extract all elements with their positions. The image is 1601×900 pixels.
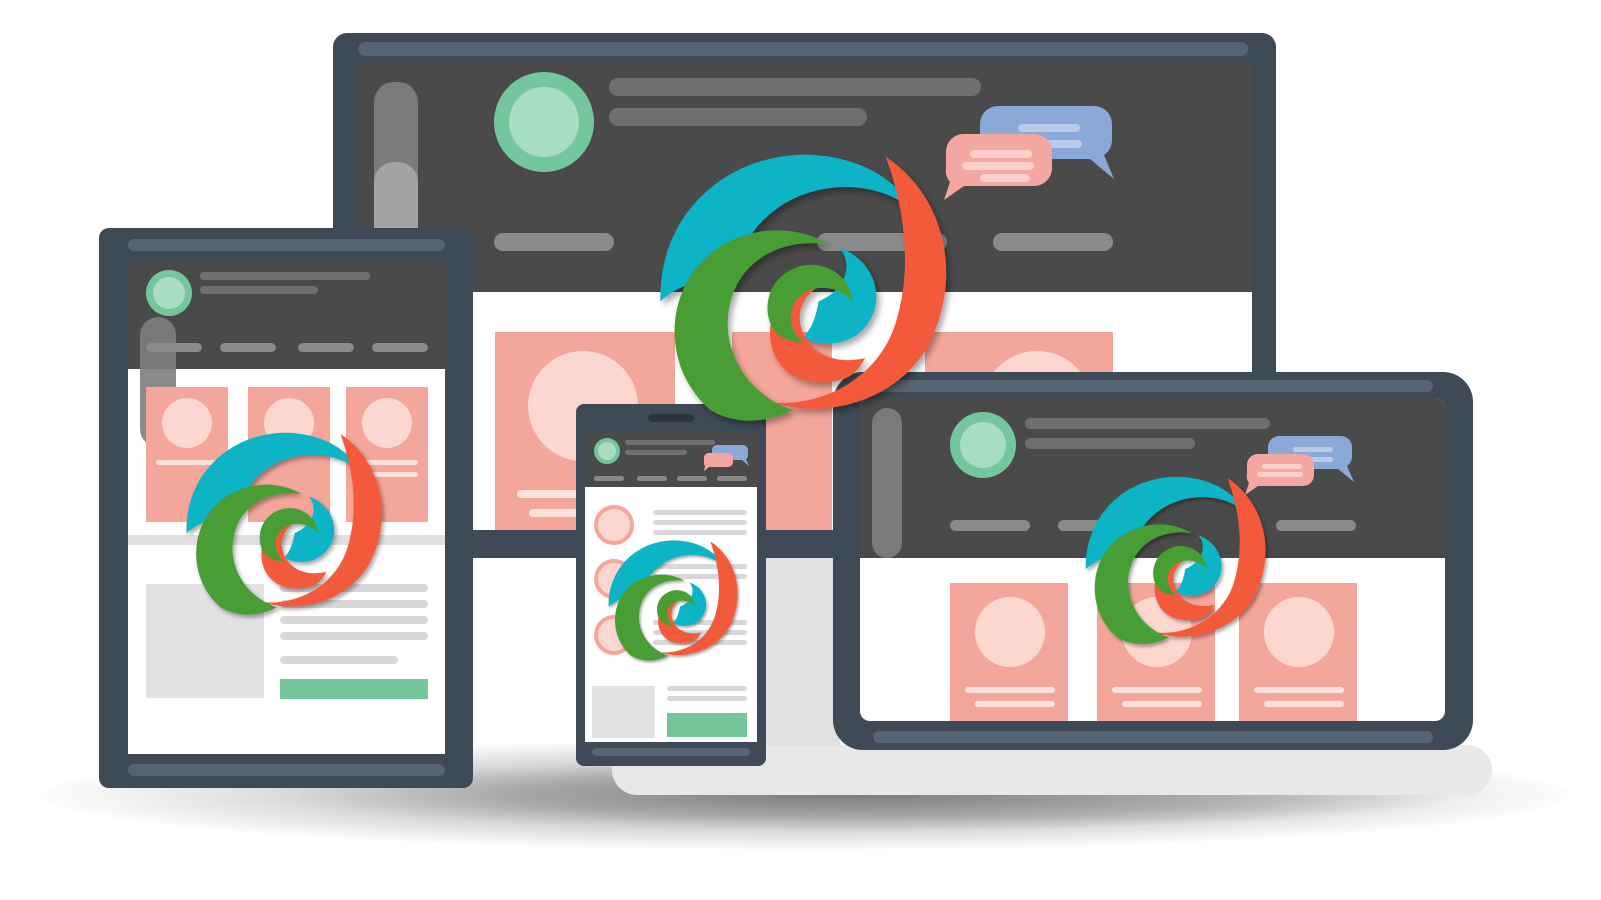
- tablet-portrait-nav-item[interactable]: [220, 343, 276, 352]
- tablet-landscape-card-line: [965, 687, 1055, 693]
- smartphone-text-line: [653, 520, 747, 525]
- tablet-landscape-nav-item[interactable]: [950, 520, 1030, 531]
- tablet-portrait-action-button[interactable]: [280, 679, 428, 699]
- smartphone-text-line: [667, 696, 747, 701]
- tablet-landscape-card-image: [1264, 597, 1334, 667]
- chat-bubbles-icon: [940, 100, 1120, 210]
- tablet-landscape-nav-item[interactable]: [1276, 520, 1356, 531]
- smartphone-image-placeholder: [592, 686, 655, 738]
- swirl-logo-icon: [178, 420, 390, 632]
- smartphone-nav-item[interactable]: [677, 476, 707, 481]
- tablet-landscape-card-line: [1264, 701, 1344, 707]
- monitor-title-line: [609, 78, 981, 96]
- tablet-portrait-avatar-icon: [146, 270, 192, 316]
- tablet-landscape-card-line: [1254, 687, 1344, 693]
- tablet-portrait-nav-item[interactable]: [372, 343, 428, 352]
- smartphone-nav-item[interactable]: [637, 476, 667, 481]
- swirl-logo-icon: [1078, 465, 1273, 660]
- tablet-portrait-nav-item[interactable]: [298, 343, 354, 352]
- smartphone-text-line: [667, 686, 747, 691]
- tablet-landscape-bottom-bar: [873, 731, 1433, 743]
- tablet-portrait-title-line: [200, 272, 370, 280]
- monitor-top-bar: [358, 42, 1248, 56]
- tablet-portrait-bottom-bar: [128, 764, 445, 776]
- tablet-portrait-top-bar: [128, 239, 445, 251]
- tablet-landscape-avatar-icon: [950, 412, 1016, 478]
- monitor-subtitle-line: [609, 108, 867, 126]
- smartphone-nav-item[interactable]: [594, 476, 624, 481]
- tablet-portrait-text-line: [280, 632, 428, 640]
- tablet-portrait-text-line: [280, 656, 398, 664]
- tablet-landscape-title-line: [1025, 418, 1270, 429]
- tablet-landscape-card-line: [1122, 701, 1202, 707]
- smartphone-text-line: [653, 510, 747, 515]
- tablet-landscape-card-line: [1112, 687, 1202, 693]
- tablet-landscape-subtitle-line: [1025, 438, 1195, 449]
- smartphone-bottom-bar: [592, 748, 750, 756]
- smartphone-subtitle-line: [625, 450, 687, 455]
- smartphone-action-button[interactable]: [667, 713, 747, 737]
- monitor-nav-item[interactable]: [494, 233, 614, 251]
- smartphone-avatar-icon: [594, 438, 620, 464]
- swirl-logo-icon: [603, 532, 743, 672]
- monitor-avatar-icon: [494, 72, 594, 172]
- tablet-landscape-card-line: [975, 701, 1055, 707]
- swirl-logo-icon: [648, 136, 958, 446]
- smartphone-nav-item[interactable]: [717, 476, 747, 481]
- smartphone-chat-bubbles-icon: [702, 443, 750, 473]
- tablet-portrait-nav-item[interactable]: [146, 343, 202, 352]
- tablet-landscape-card-image: [975, 597, 1045, 667]
- tablet-portrait-subtitle-line: [200, 286, 318, 294]
- monitor-nav-item[interactable]: [993, 233, 1113, 251]
